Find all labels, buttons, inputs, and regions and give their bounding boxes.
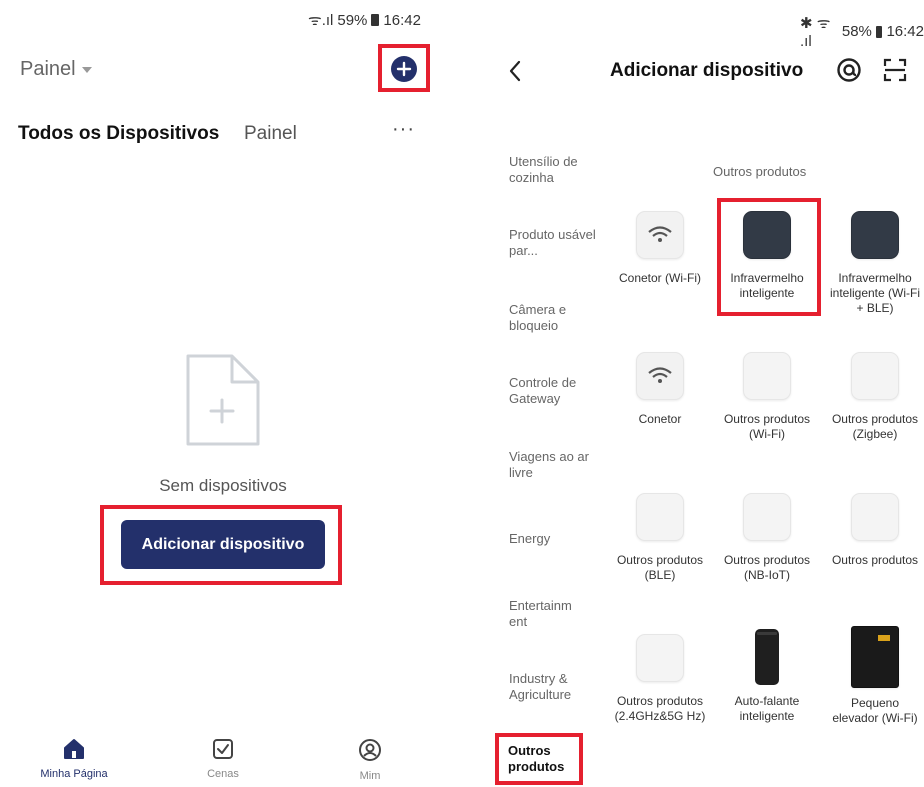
caret-down-icon bbox=[81, 66, 92, 73]
battery-level: 58% bbox=[841, 23, 872, 40]
checkbox-icon bbox=[213, 739, 233, 759]
tab-painel[interactable]: Painel bbox=[244, 123, 297, 145]
signal-indicator: ✱ ᯤ .ıl bbox=[800, 15, 831, 50]
category-item-outdoor[interactable]: Viagens ao ar livre bbox=[509, 449, 599, 481]
category-item-entertainment[interactable]: Entertainm ent bbox=[509, 598, 581, 630]
chevron-left-icon bbox=[509, 60, 521, 82]
back-button[interactable] bbox=[508, 60, 522, 87]
at-icon[interactable] bbox=[836, 57, 862, 88]
product-tile-connector[interactable]: Conetor bbox=[612, 352, 708, 427]
product-tile-connector-wifi[interactable]: Conetor (Wi-Fi) bbox=[612, 211, 708, 286]
product-label: Pequeno elevador (Wi-Fi) bbox=[832, 696, 918, 725]
product-tile-other-zigbee[interactable]: Outros produtos (Zigbee) bbox=[827, 352, 923, 442]
product-tile-other-dualband[interactable]: Outros produtos (2.4GHz&5G Hz) bbox=[612, 634, 708, 724]
category-item-camera-lock[interactable]: Câmera e bloqueio bbox=[509, 302, 599, 334]
product-label: Outros produtos (2.4GHz&5G Hz) bbox=[614, 694, 706, 723]
product-label: Outros produtos (Wi-Fi) bbox=[723, 412, 811, 441]
nav-label: Cenas bbox=[207, 768, 239, 780]
battery-icon bbox=[371, 14, 380, 26]
user-icon bbox=[359, 739, 381, 761]
tab-all-devices[interactable]: Todos os Dispositivos bbox=[18, 123, 219, 145]
category-item-gateway[interactable]: Controle de Gateway bbox=[509, 375, 599, 407]
category-item-industry[interactable]: Industry & Agriculture bbox=[509, 671, 599, 703]
generic-device-icon bbox=[636, 493, 684, 541]
generic-device-icon bbox=[851, 493, 899, 541]
add-device-button[interactable]: Adicionar dispositivo bbox=[121, 520, 325, 569]
signal-indicator: ᯤ.ıl bbox=[308, 12, 334, 29]
generic-device-icon bbox=[743, 352, 791, 400]
nav-item-cenas[interactable]: Cenas bbox=[178, 738, 268, 780]
generic-device-icon bbox=[636, 634, 684, 682]
status-bar-left: ᯤ.ıl 59% 16:42 bbox=[308, 10, 421, 30]
product-label: Conetor bbox=[638, 412, 682, 426]
section-title: Outros produtos bbox=[713, 164, 807, 179]
nav-label: Mim bbox=[359, 770, 381, 782]
elevator-icon bbox=[851, 626, 899, 688]
ir-remote-icon bbox=[851, 211, 899, 259]
generic-device-icon bbox=[851, 352, 899, 400]
generic-device-icon bbox=[743, 493, 791, 541]
nav-item-mim[interactable]: Mim bbox=[325, 738, 415, 782]
product-tile-other-wifi[interactable]: Outros produtos (Wi-Fi) bbox=[719, 352, 815, 442]
category-item-kitchen[interactable]: Utensílio de cozinha bbox=[509, 154, 599, 186]
home-selector-label: Painel bbox=[20, 58, 76, 80]
product-label: Infravermelho inteligente (Wi-Fi + BLE) bbox=[829, 271, 921, 315]
empty-document-icon bbox=[182, 352, 262, 455]
add-device-plus-button[interactable] bbox=[391, 56, 417, 82]
clock: 16:42 bbox=[886, 23, 924, 40]
empty-state-text: Sem dispositivos bbox=[159, 476, 287, 495]
product-label: Auto-falante inteligente bbox=[734, 694, 800, 723]
status-bar-right: ✱ ᯤ .ıl 58% 16:42 bbox=[800, 13, 924, 50]
page-title: Adicionar dispositivo bbox=[610, 60, 804, 81]
more-options-button[interactable]: ··· bbox=[392, 118, 415, 141]
category-item-wearable[interactable]: Produto usável par... bbox=[509, 227, 599, 259]
battery-level: 59% bbox=[337, 11, 368, 29]
product-tile-ir-smart[interactable]: Infravermelho inteligente bbox=[719, 211, 815, 301]
nav-item-minha-pagina[interactable]: Minha Página bbox=[29, 738, 119, 780]
wifi-icon bbox=[636, 211, 684, 259]
plus-icon bbox=[396, 61, 412, 77]
product-label: Infravermelho inteligente bbox=[730, 271, 804, 300]
wifi-icon bbox=[636, 352, 684, 400]
product-tile-other-ble[interactable]: Outros produtos (BLE) bbox=[612, 493, 708, 583]
product-label: Outros produtos (BLE) bbox=[616, 553, 704, 582]
product-tile-ir-smart-ble[interactable]: Infravermelho inteligente (Wi-Fi + BLE) bbox=[827, 211, 923, 316]
battery-icon bbox=[875, 25, 883, 38]
product-tile-smart-speaker[interactable]: Auto-falante inteligente bbox=[719, 628, 815, 724]
home-selector-dropdown[interactable]: Painel bbox=[20, 58, 92, 81]
product-tile-small-elevator[interactable]: Pequeno elevador (Wi-Fi) bbox=[827, 626, 923, 726]
product-label: Outros produtos (Zigbee) bbox=[831, 412, 919, 441]
speaker-icon bbox=[744, 628, 790, 686]
nav-label: Minha Página bbox=[40, 768, 108, 780]
product-label: Outros produtos bbox=[831, 553, 919, 567]
product-label: Conetor (Wi-Fi) bbox=[618, 271, 701, 285]
clock: 16:42 bbox=[383, 11, 421, 29]
home-icon bbox=[64, 739, 84, 759]
product-tile-other-nbiot[interactable]: Outros produtos (NB-IoT) bbox=[719, 493, 815, 583]
product-tile-other[interactable]: Outros produtos bbox=[827, 493, 923, 568]
category-item-energy[interactable]: Energy bbox=[509, 531, 599, 547]
scan-icon[interactable] bbox=[882, 57, 908, 88]
category-item-other-products[interactable]: Outros produtos bbox=[508, 743, 568, 775]
ir-remote-icon bbox=[743, 211, 791, 259]
product-label: Outros produtos (NB-IoT) bbox=[723, 553, 811, 582]
